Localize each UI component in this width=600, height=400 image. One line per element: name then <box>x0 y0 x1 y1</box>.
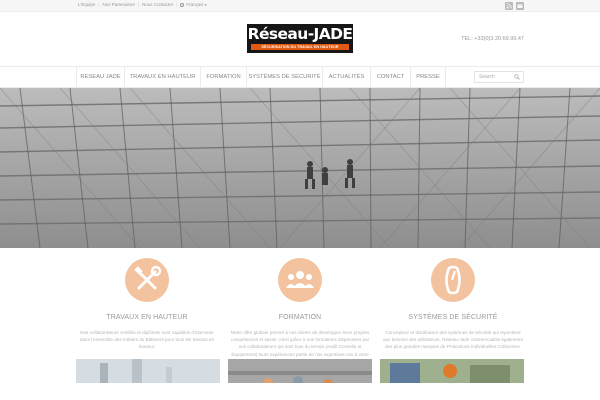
nav-item-contact[interactable]: CONTACT <box>370 67 410 87</box>
top-link-team[interactable]: L'Equipe <box>78 2 95 7</box>
search-box <box>474 71 524 83</box>
main-nav: RESEAU JADE TRAVAUX EN HAUTEUR FORMATION… <box>0 66 600 88</box>
feature-photo-systemes[interactable] <box>380 359 524 383</box>
feature-title: SYSTÈMES DE SÉCURITÉ <box>408 314 498 321</box>
social-icons <box>505 2 524 10</box>
rss-icon[interactable] <box>505 2 513 10</box>
separator: | <box>176 2 178 7</box>
globe-icon <box>180 2 185 7</box>
top-link-contact[interactable]: Nous Contacter <box>142 2 173 7</box>
site-header: Réseau-JADE SÉCURISATION DU TRAVAIL EN H… <box>0 12 600 66</box>
site-logo[interactable]: Réseau-JADE SÉCURISATION DU TRAVAIL EN H… <box>247 24 353 53</box>
feature-text: Nos collaborateurs certifiés et diplômés… <box>79 330 215 350</box>
feature-title: TRAVAUX EN HAUTEUR <box>106 314 188 321</box>
feature-formation: FORMATION Notre offre globale permet à n… <box>225 258 375 365</box>
hero-banner <box>0 88 600 248</box>
separator: | <box>137 2 139 7</box>
feature-text: Concepteur et distributeur des systèmes … <box>383 330 523 350</box>
search-icon[interactable] <box>514 74 520 80</box>
chevron-down-icon: ▾ <box>204 2 207 7</box>
top-links: L'Equipe | Nos Partenaires | Nous Contac… <box>78 2 207 7</box>
language-label: Français <box>186 2 204 7</box>
feature-systemes-de-securite: SYSTÈMES DE SÉCURITÉ Concepteur et distr… <box>378 258 528 351</box>
carabiner-icon <box>431 258 475 302</box>
phone-number: TEL: +33(0)3.20.69.99.47 <box>461 36 524 42</box>
feature-photo-travaux[interactable] <box>76 359 220 383</box>
language-selector[interactable]: Français ▾ <box>180 2 207 7</box>
nav-item-systemes-de-securite[interactable]: SYSTÈMES DE SÉCURITÉ <box>246 67 322 87</box>
nav-item-actualites[interactable]: ACTUALITÉS <box>322 67 370 87</box>
nav-item-presse[interactable]: PRESSE <box>410 67 446 87</box>
nav-item-formation[interactable]: FORMATION <box>200 67 246 87</box>
search-input[interactable] <box>479 73 515 81</box>
nav-item-reseau-jade[interactable]: RESEAU JADE <box>76 67 124 87</box>
feature-travaux-en-hauteur: TRAVAUX EN HAUTEUR Nos collaborateurs ce… <box>72 258 222 351</box>
mail-icon[interactable] <box>516 2 524 10</box>
nav-item-travaux-en-hauteur[interactable]: TRAVAUX EN HAUTEUR <box>124 67 200 87</box>
tools-icon <box>125 258 169 302</box>
feature-photo-formation[interactable] <box>228 359 372 383</box>
hero-image <box>0 88 600 248</box>
group-icon <box>278 258 322 302</box>
logo-tagline: SÉCURISATION DU TRAVAIL EN HAUTEUR <box>251 44 349 50</box>
top-link-partners[interactable]: Nos Partenaires <box>103 2 135 7</box>
feature-title: FORMATION <box>278 314 322 321</box>
logo-name: Réseau-JADE <box>247 25 353 43</box>
separator: | <box>98 2 100 7</box>
top-bar: L'Equipe | Nos Partenaires | Nous Contac… <box>0 0 600 12</box>
